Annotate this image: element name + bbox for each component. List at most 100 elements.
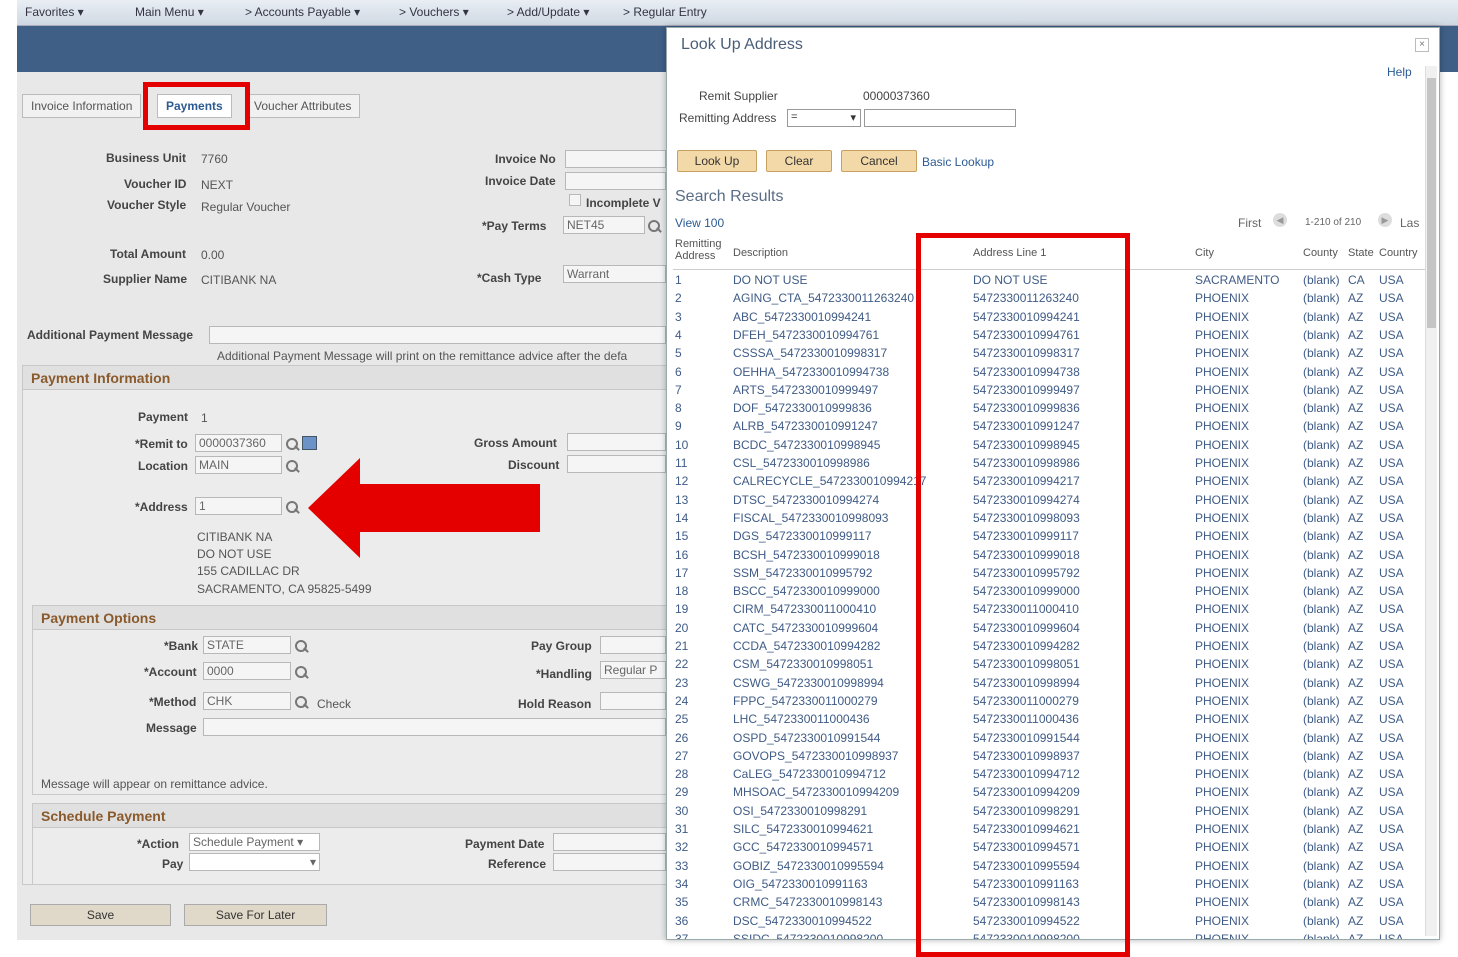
- cell-country[interactable]: USA: [1379, 804, 1419, 818]
- cell-remitting-address[interactable]: 32: [675, 840, 730, 854]
- cell-state[interactable]: AZ: [1348, 310, 1378, 324]
- cell-state[interactable]: AZ: [1348, 859, 1378, 873]
- cell-country[interactable]: USA: [1379, 529, 1419, 543]
- cell-country[interactable]: USA: [1379, 438, 1419, 452]
- cell-city[interactable]: PHOENIX: [1195, 639, 1301, 653]
- cell-county[interactable]: (blank): [1303, 767, 1347, 781]
- cell-state[interactable]: AZ: [1348, 566, 1378, 580]
- cell-country[interactable]: USA: [1379, 474, 1419, 488]
- cell-remitting-address[interactable]: 18: [675, 584, 730, 598]
- cell-remitting-address[interactable]: 4: [675, 328, 730, 342]
- cell-county[interactable]: (blank): [1303, 621, 1347, 635]
- cell-city[interactable]: PHOENIX: [1195, 712, 1301, 726]
- cell-country[interactable]: USA: [1379, 383, 1419, 397]
- operator-select[interactable]: = ▾: [787, 109, 861, 127]
- cell-country[interactable]: USA: [1379, 621, 1419, 635]
- remit-to-detail-icon[interactable]: [302, 436, 317, 450]
- cell-city[interactable]: PHOENIX: [1195, 456, 1301, 470]
- cell-city[interactable]: PHOENIX: [1195, 401, 1301, 415]
- cell-country[interactable]: USA: [1379, 291, 1419, 305]
- cell-country[interactable]: USA: [1379, 785, 1419, 799]
- cell-city[interactable]: PHOENIX: [1195, 566, 1301, 580]
- cell-remitting-address[interactable]: 20: [675, 621, 730, 635]
- cell-country[interactable]: USA: [1379, 840, 1419, 854]
- incomplete-checkbox[interactable]: [569, 194, 581, 206]
- cell-state[interactable]: AZ: [1348, 822, 1378, 836]
- cash-type-select[interactable]: Warrant: [563, 265, 666, 283]
- cell-remitting-address[interactable]: 17: [675, 566, 730, 580]
- cell-city[interactable]: SACRAMENTO: [1195, 273, 1301, 287]
- message-input[interactable]: [203, 718, 666, 736]
- cell-state[interactable]: AZ: [1348, 365, 1378, 379]
- tab-voucher-attributes[interactable]: Voucher Attributes: [245, 94, 361, 118]
- cell-country[interactable]: USA: [1379, 310, 1419, 324]
- cancel-button[interactable]: Cancel: [841, 150, 917, 172]
- cell-remitting-address[interactable]: 2: [675, 291, 730, 305]
- cell-county[interactable]: (blank): [1303, 401, 1347, 415]
- cell-city[interactable]: PHOENIX: [1195, 365, 1301, 379]
- invoice-no-input[interactable]: [565, 150, 666, 168]
- cell-remitting-address[interactable]: 33: [675, 859, 730, 873]
- cell-remitting-address[interactable]: 12: [675, 474, 730, 488]
- cell-city[interactable]: PHOENIX: [1195, 584, 1301, 598]
- cell-city[interactable]: PHOENIX: [1195, 328, 1301, 342]
- help-link[interactable]: Help: [1387, 65, 1412, 79]
- gross-amount-input[interactable]: [567, 433, 666, 451]
- cell-country[interactable]: USA: [1379, 419, 1419, 433]
- cell-county[interactable]: (blank): [1303, 328, 1347, 342]
- cell-state[interactable]: AZ: [1348, 767, 1378, 781]
- cell-state[interactable]: AZ: [1348, 712, 1378, 726]
- cell-state[interactable]: AZ: [1348, 731, 1378, 745]
- payment-date-input[interactable]: [553, 833, 666, 851]
- cell-remitting-address[interactable]: 10: [675, 438, 730, 452]
- cell-country[interactable]: USA: [1379, 456, 1419, 470]
- cell-remitting-address[interactable]: 26: [675, 731, 730, 745]
- cell-country[interactable]: USA: [1379, 401, 1419, 415]
- cell-city[interactable]: PHOENIX: [1195, 602, 1301, 616]
- close-icon[interactable]: ×: [1415, 38, 1429, 52]
- cell-state[interactable]: AZ: [1348, 932, 1378, 939]
- cell-remitting-address[interactable]: 25: [675, 712, 730, 726]
- cell-county[interactable]: (blank): [1303, 877, 1347, 891]
- favorites-menu[interactable]: Favorites ▾: [25, 5, 84, 19]
- cell-state[interactable]: AZ: [1348, 346, 1378, 360]
- cell-remitting-address[interactable]: 31: [675, 822, 730, 836]
- cell-remitting-address[interactable]: 36: [675, 914, 730, 928]
- pay-select[interactable]: ▾: [189, 853, 320, 871]
- cell-state[interactable]: AZ: [1348, 291, 1378, 305]
- cell-remitting-address[interactable]: 23: [675, 676, 730, 690]
- invoice-date-input[interactable]: [565, 172, 666, 190]
- pay-group-input[interactable]: [600, 636, 666, 654]
- cell-city[interactable]: PHOENIX: [1195, 621, 1301, 635]
- cell-city[interactable]: PHOENIX: [1195, 840, 1301, 854]
- cell-county[interactable]: (blank): [1303, 639, 1347, 653]
- next-page-icon[interactable]: ▶: [1378, 213, 1392, 227]
- cell-remitting-address[interactable]: 6: [675, 365, 730, 379]
- cell-city[interactable]: PHOENIX: [1195, 291, 1301, 305]
- cell-state[interactable]: CA: [1348, 273, 1378, 287]
- cell-state[interactable]: AZ: [1348, 401, 1378, 415]
- cell-remitting-address[interactable]: 8: [675, 401, 730, 415]
- cell-state[interactable]: AZ: [1348, 621, 1378, 635]
- remit-to-search-icon[interactable]: [285, 437, 299, 451]
- cell-county[interactable]: (blank): [1303, 273, 1347, 287]
- cell-county[interactable]: (blank): [1303, 419, 1347, 433]
- cell-city[interactable]: PHOENIX: [1195, 676, 1301, 690]
- cell-state[interactable]: AZ: [1348, 584, 1378, 598]
- account-input[interactable]: 0000: [203, 662, 291, 680]
- cell-state[interactable]: AZ: [1348, 895, 1378, 909]
- pay-terms-search-icon[interactable]: [647, 219, 661, 233]
- cell-city[interactable]: PHOENIX: [1195, 493, 1301, 507]
- cell-city[interactable]: PHOENIX: [1195, 310, 1301, 324]
- account-search-icon[interactable]: [294, 665, 308, 679]
- cell-remitting-address[interactable]: 13: [675, 493, 730, 507]
- cell-country[interactable]: USA: [1379, 639, 1419, 653]
- cell-country[interactable]: USA: [1379, 511, 1419, 525]
- cell-county[interactable]: (blank): [1303, 493, 1347, 507]
- location-input[interactable]: MAIN: [195, 456, 282, 474]
- cell-remitting-address[interactable]: 3: [675, 310, 730, 324]
- cell-remitting-address[interactable]: 27: [675, 749, 730, 763]
- cell-county[interactable]: (blank): [1303, 584, 1347, 598]
- hold-reason-input[interactable]: [600, 692, 666, 710]
- cell-remitting-address[interactable]: 9: [675, 419, 730, 433]
